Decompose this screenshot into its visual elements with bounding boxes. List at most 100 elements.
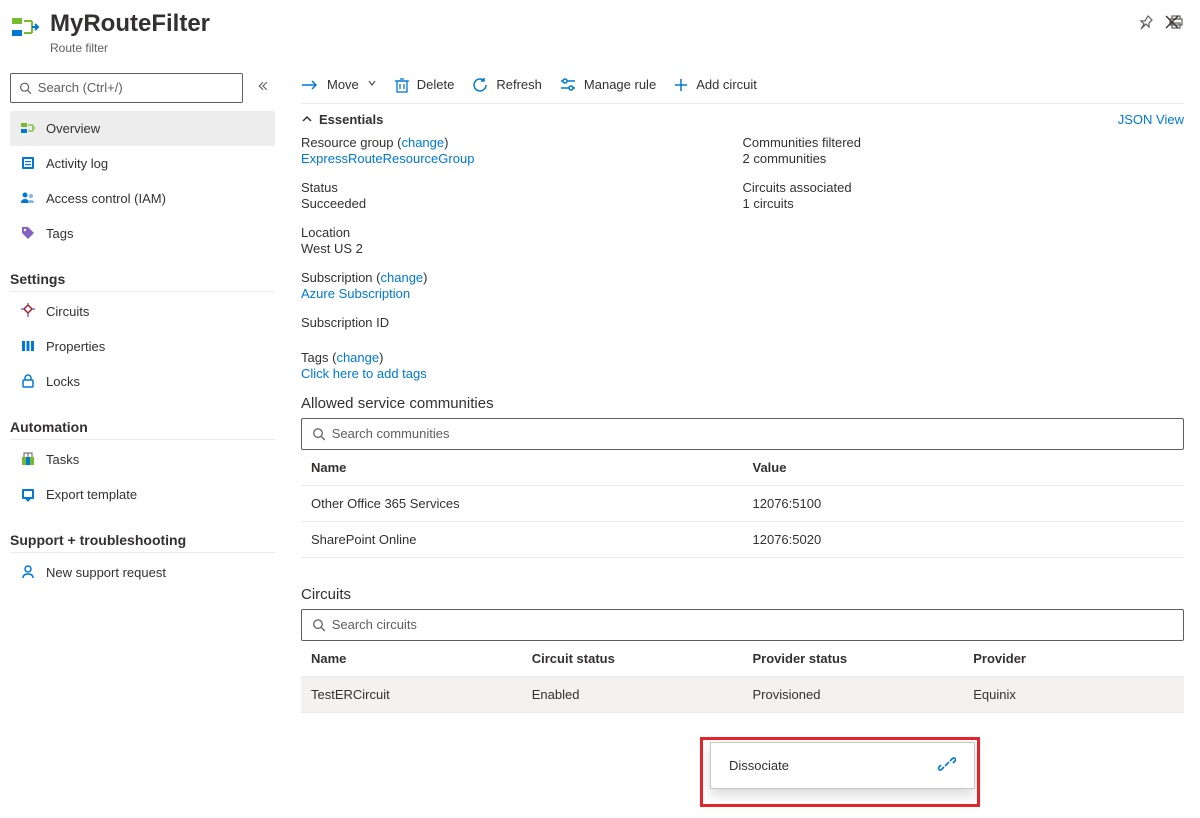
sidebar-item-access-control[interactable]: Access control (IAM) (10, 181, 275, 216)
activity-log-icon (20, 155, 36, 171)
essentials-toggle[interactable]: Essentials (301, 112, 383, 127)
chevron-up-icon (301, 113, 313, 125)
circuits-associated-value: 1 circuits (743, 196, 1185, 211)
subscription-value[interactable]: Azure Subscription (301, 286, 743, 301)
location-label: Location (301, 225, 743, 240)
change-resource-group-link[interactable]: change (401, 135, 444, 150)
tags-icon (20, 225, 36, 241)
communities-search[interactable] (301, 418, 1184, 450)
sidebar-item-label: Locks (46, 374, 80, 389)
dissociate-icon (938, 755, 956, 776)
properties-icon (20, 338, 36, 354)
change-subscription-link[interactable]: change (381, 270, 424, 285)
sidebar-section-settings: Settings (10, 257, 275, 292)
sidebar-item-overview[interactable]: Overview (10, 111, 275, 146)
sidebar-item-label: Export template (46, 487, 137, 502)
support-icon (20, 564, 36, 580)
move-button[interactable]: Move (301, 77, 377, 92)
sidebar-item-activity-log[interactable]: Activity log (10, 146, 275, 181)
route-filter-small-icon (20, 120, 36, 136)
sidebar-item-new-support-request[interactable]: New support request (10, 555, 275, 590)
col-value[interactable]: Value (743, 450, 1185, 486)
page-subtitle: Route filter (50, 41, 1108, 55)
status-value: Succeeded (301, 196, 743, 211)
main-content: Move Delete Refresh (283, 63, 1200, 818)
resource-group-label: Resource group (change) (301, 135, 743, 150)
sidebar-item-label: Circuits (46, 304, 89, 319)
toolbar: Move Delete Refresh (301, 73, 1184, 104)
sidebar-item-tasks[interactable]: Tasks (10, 442, 275, 477)
change-tags-link[interactable]: change (336, 350, 379, 365)
communities-section: Allowed service communities Name Value O… (301, 395, 1184, 558)
header-titles: MyRouteFilter Route filter (50, 10, 1108, 55)
communities-table: Name Value Other Office 365 Services 120… (301, 450, 1184, 558)
subscription-id-label: Subscription ID (301, 315, 743, 330)
add-tags-link[interactable]: Click here to add tags (301, 366, 1184, 381)
essentials-panel: Resource group (change) ExpressRouteReso… (301, 135, 1184, 344)
manage-rule-button[interactable]: Manage rule (560, 77, 656, 92)
table-row[interactable]: Other Office 365 Services 12076:5100 (301, 485, 1184, 521)
communities-search-input[interactable] (332, 426, 1173, 441)
collapse-sidebar-icon[interactable] (257, 80, 269, 95)
sidebar-item-label: Overview (46, 121, 100, 136)
col-provider[interactable]: Provider (963, 641, 1184, 677)
manage-rule-icon (560, 78, 576, 92)
delete-button[interactable]: Delete (395, 77, 455, 93)
tags-label: Tags (change) (301, 350, 1184, 365)
table-row[interactable]: TestERCircuit Enabled Provisioned Equini… (301, 676, 1184, 712)
circuits-section: Circuits Name Circuit status Provider st… (301, 586, 1184, 713)
sidebar-item-properties[interactable]: Properties (10, 329, 275, 364)
col-name[interactable]: Name (301, 641, 522, 677)
communities-filtered-label: Communities filtered (743, 135, 1185, 150)
circuits-search-input[interactable] (332, 617, 1173, 632)
resource-group-value[interactable]: ExpressRouteResourceGroup (301, 151, 743, 166)
circuits-associated-label: Circuits associated (743, 180, 1185, 195)
sidebar-item-label: New support request (46, 565, 166, 580)
pin-icon[interactable] (1138, 14, 1154, 33)
arrow-right-icon (301, 78, 319, 92)
sidebar-item-label: Tasks (46, 452, 79, 467)
sidebar-item-tags[interactable]: Tags (10, 216, 275, 251)
chevron-down-icon (367, 76, 377, 91)
search-icon (312, 427, 326, 441)
context-menu: Dissociate (710, 742, 975, 789)
subscription-label: Subscription (change) (301, 270, 743, 285)
col-name[interactable]: Name (301, 450, 743, 486)
sidebar-item-locks[interactable]: Locks (10, 364, 275, 399)
sidebar-search-input[interactable] (38, 80, 234, 95)
close-icon[interactable] (1164, 14, 1180, 33)
locks-icon (20, 373, 36, 389)
sidebar-item-circuits[interactable]: Circuits (10, 294, 275, 329)
plus-icon (674, 78, 688, 92)
sidebar: Overview Activity log Access control (IA… (0, 63, 283, 818)
refresh-button[interactable]: Refresh (472, 77, 542, 93)
circuits-table: Name Circuit status Provider status Prov… (301, 641, 1184, 713)
export-template-icon (20, 486, 36, 502)
circuits-search[interactable] (301, 609, 1184, 641)
col-circuit-status[interactable]: Circuit status (522, 641, 743, 677)
access-control-icon (20, 190, 36, 206)
sidebar-section-support: Support + troubleshooting (10, 518, 275, 553)
circuits-title: Circuits (301, 586, 1184, 603)
dissociate-menu-item[interactable]: Dissociate (711, 743, 974, 788)
sidebar-item-label: Activity log (46, 156, 108, 171)
sidebar-item-label: Tags (46, 226, 73, 241)
circuits-icon (20, 303, 36, 319)
delete-icon (395, 77, 409, 93)
json-view-link[interactable]: JSON View (1118, 112, 1184, 127)
status-label: Status (301, 180, 743, 195)
search-icon (312, 618, 326, 632)
sidebar-item-label: Properties (46, 339, 105, 354)
communities-title: Allowed service communities (301, 395, 1184, 412)
route-filter-icon (10, 12, 40, 42)
sidebar-search[interactable] (10, 73, 243, 103)
refresh-icon (472, 77, 488, 93)
tasks-icon (20, 451, 36, 467)
col-provider-status[interactable]: Provider status (743, 641, 964, 677)
table-row[interactable]: SharePoint Online 12076:5020 (301, 521, 1184, 557)
sidebar-section-automation: Automation (10, 405, 275, 440)
blade-header: MyRouteFilter Route filter (0, 0, 1200, 63)
sidebar-item-export-template[interactable]: Export template (10, 477, 275, 512)
add-circuit-button[interactable]: Add circuit (674, 77, 757, 92)
location-value: West US 2 (301, 241, 743, 256)
